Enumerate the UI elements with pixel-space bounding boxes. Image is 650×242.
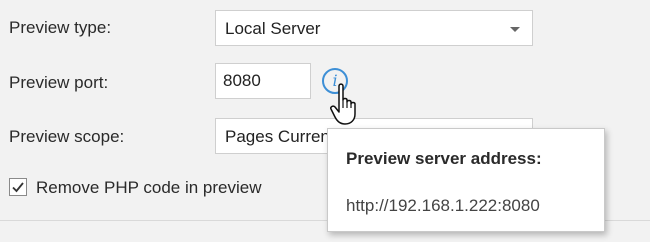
preview-scope-label: Preview scope: xyxy=(9,127,125,146)
checkmark-icon xyxy=(12,182,24,193)
tooltip-title: Preview server address: xyxy=(346,149,542,168)
preview-type-label: Preview type: xyxy=(9,18,112,37)
chevron-down-icon xyxy=(510,27,520,32)
remove-php-checkbox[interactable] xyxy=(9,178,27,196)
preview-type-select[interactable]: Local Server xyxy=(215,10,533,46)
preview-port-input[interactable]: 8080 xyxy=(215,63,311,99)
hand-cursor-icon xyxy=(330,83,356,125)
tooltip-address: http://192.168.1.222:8080 xyxy=(346,196,540,215)
preview-type-value: Local Server xyxy=(225,19,321,38)
tooltip: Preview server address: http://192.168.1… xyxy=(327,128,605,232)
preview-port-value: 8080 xyxy=(223,71,261,90)
remove-php-label: Remove PHP code in preview xyxy=(36,178,262,197)
preview-port-label: Preview port: xyxy=(9,73,109,92)
